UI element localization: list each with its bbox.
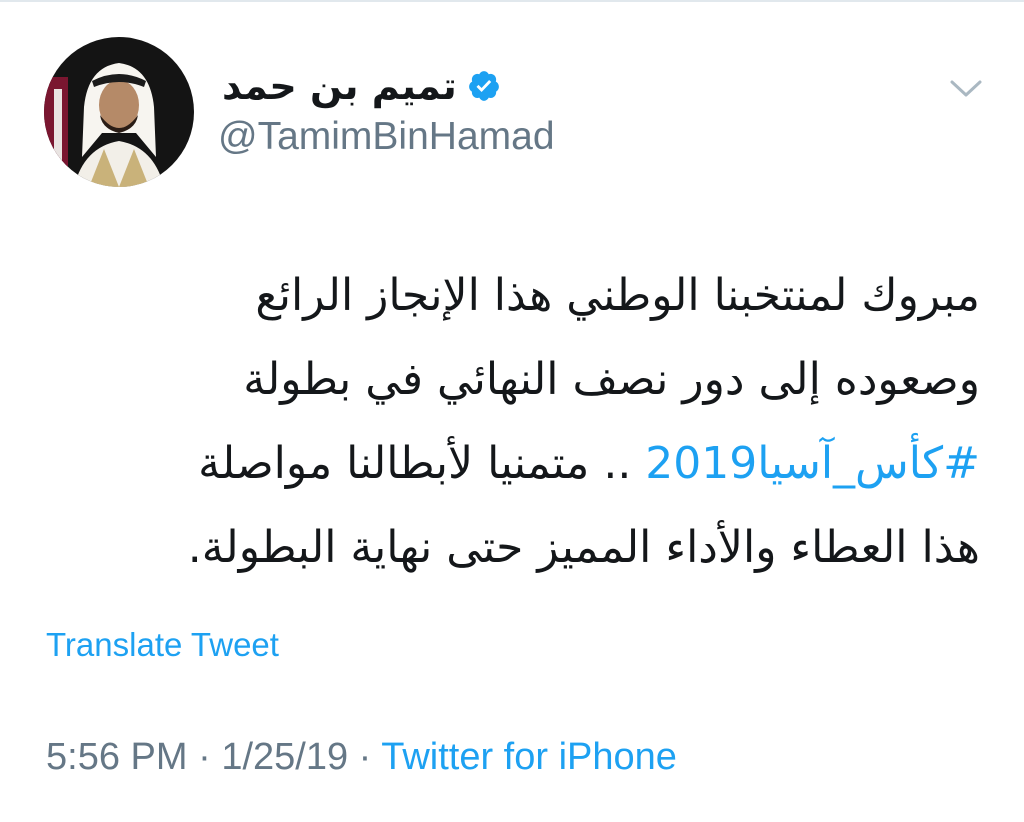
tweet-line-3: #كأس_آسيا2019 .. متمنيا لأبطالنا مواصلة bbox=[40, 422, 980, 506]
tweet-metadata: 5:56 PM · 1/25/19 · Twitter for iPhone bbox=[46, 736, 677, 779]
author-display-name[interactable]: تميم بن حمد bbox=[222, 64, 457, 108]
author-name-row: تميم بن حمد bbox=[222, 64, 501, 108]
chevron-down-icon[interactable] bbox=[946, 76, 986, 102]
verified-badge-icon bbox=[467, 69, 501, 103]
tweet-date: 1/25/19 bbox=[221, 736, 349, 778]
hashtag-link[interactable]: #كأس_آسيا2019 bbox=[645, 438, 980, 489]
author-handle[interactable]: @TamimBinHamad bbox=[218, 114, 555, 160]
meta-separator: · bbox=[348, 736, 382, 778]
tweet-source-link[interactable]: Twitter for iPhone bbox=[381, 736, 677, 778]
tweet-line-3-text: .. متمنيا لأبطالنا مواصلة bbox=[198, 438, 646, 489]
tweet-time: 5:56 PM bbox=[46, 736, 188, 778]
avatar-image bbox=[44, 37, 194, 187]
tweet-text: مبروك لمنتخبنا الوطني هذا الإنجاز الرائع… bbox=[40, 254, 980, 590]
tweet-line-1: مبروك لمنتخبنا الوطني هذا الإنجاز الرائع bbox=[255, 270, 980, 321]
tweet-line-2: وصعوده إلى دور نصف النهائي في بطولة bbox=[243, 354, 980, 405]
author-avatar[interactable] bbox=[44, 37, 194, 187]
meta-separator: · bbox=[187, 736, 222, 778]
translate-tweet-link[interactable]: Translate Tweet bbox=[46, 626, 279, 664]
tweet-card: تميم بن حمد @TamimBinHamad مبروك لمنتخبن… bbox=[0, 0, 1024, 822]
tweet-line-4: هذا العطاء والأداء المميز حتى نهاية البط… bbox=[187, 522, 980, 573]
